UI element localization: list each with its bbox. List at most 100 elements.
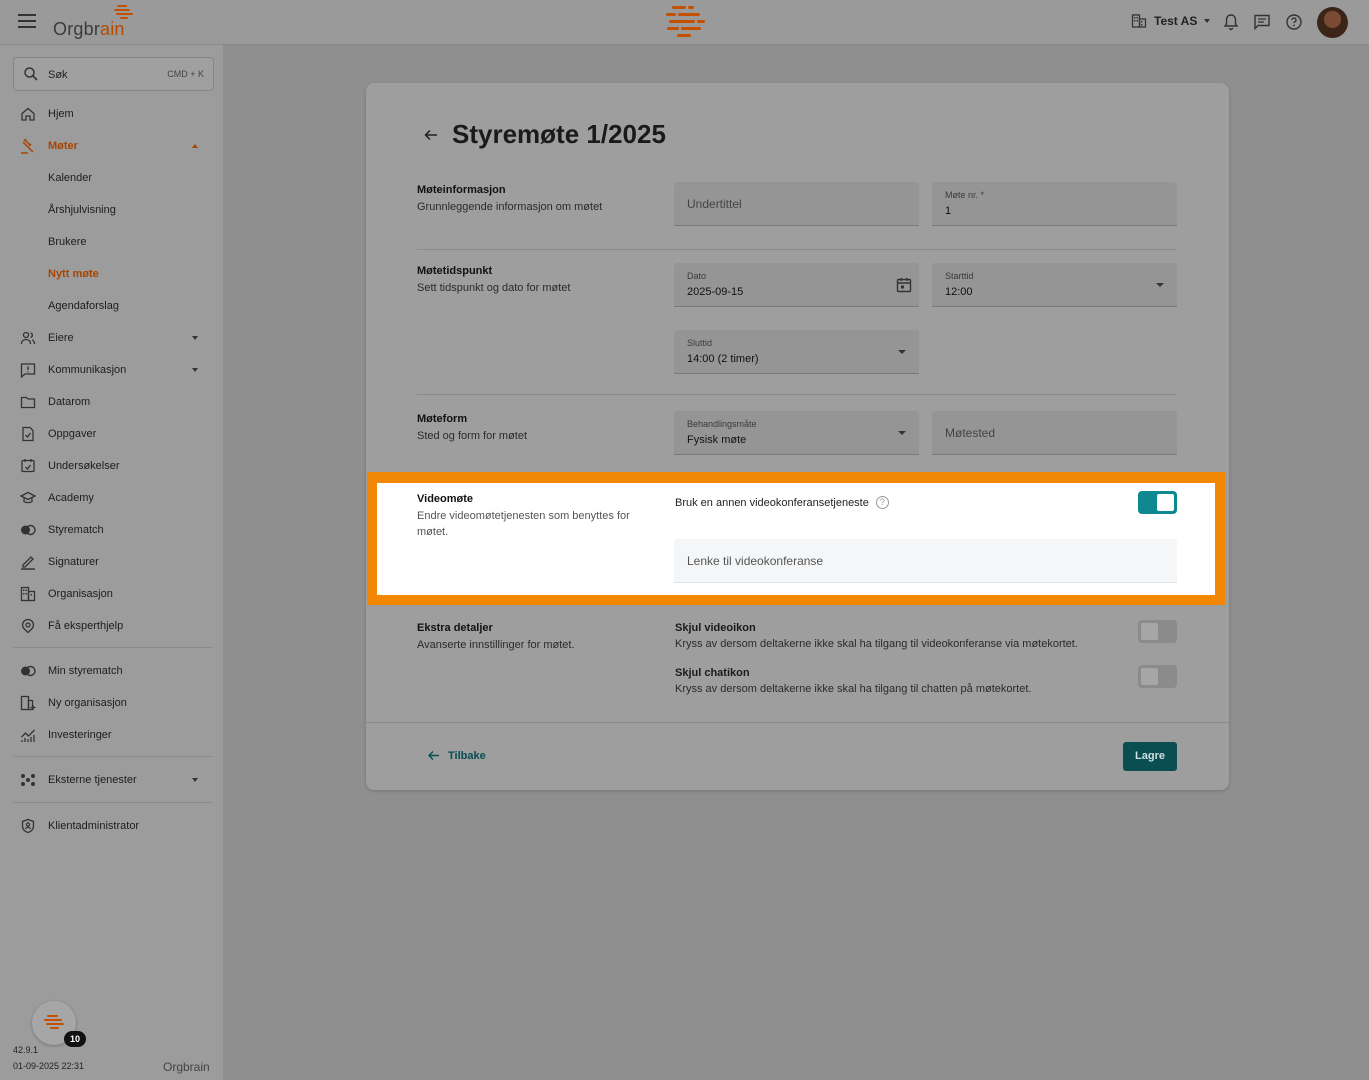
sidebar-item-nytt-mote[interactable]: Nytt møte	[0, 258, 224, 290]
sidebar-item-brukere[interactable]: Brukere	[0, 226, 224, 258]
option-title-hide-video: Skjul videoikon	[675, 622, 756, 634]
date-field[interactable]: Dato 2025-09-15	[674, 263, 919, 307]
organization-name: Test AS	[1154, 14, 1198, 28]
search-shortcut: CMD + K	[167, 69, 204, 79]
sidebar-item-oppgaver[interactable]: Oppgaver	[0, 418, 224, 450]
signature-icon	[21, 556, 35, 570]
sidebar-item-undersokelser[interactable]: Undersøkelser	[0, 450, 224, 482]
brain-logo-icon[interactable]	[663, 4, 707, 40]
sidebar-item-kommunikasjon[interactable]: Kommunikasjon	[0, 354, 224, 386]
video-service-toggle[interactable]	[1138, 491, 1177, 514]
expert-icon	[21, 618, 35, 634]
brain-logo-icon	[44, 1015, 64, 1029]
sidebar-item-klientadministrator[interactable]: Klientadministrator	[0, 810, 224, 842]
section-title-info: Møteinformasjon	[417, 184, 506, 196]
home-icon	[21, 107, 35, 121]
sidebar-item-academy[interactable]: Academy	[0, 482, 224, 514]
sidebar-item-datarom[interactable]: Datarom	[0, 386, 224, 418]
section-title-extra: Ekstra detaljer	[417, 622, 493, 634]
search-icon	[24, 67, 38, 81]
section-desc-extra: Avanserte innstillinger for møtet.	[417, 639, 575, 651]
add-organization-icon	[20, 695, 36, 711]
section-desc-info: Grunnleggende informasjon om møtet	[417, 201, 603, 213]
build-datetime: 01-09-2025 22:31	[13, 1061, 85, 1071]
sidebar-item-signaturer[interactable]: Signaturer	[0, 546, 224, 578]
back-arrow-icon[interactable]	[423, 127, 439, 143]
toggle-knob	[1141, 668, 1158, 685]
sidebar-item-hjem[interactable]: Hjem	[0, 98, 224, 130]
chevron-down-icon	[192, 368, 198, 372]
sidebar-item-min-styrematch[interactable]: Min styrematch	[0, 655, 224, 687]
section-divider	[417, 394, 1177, 395]
arrow-left-icon	[428, 751, 439, 760]
chevron-down-icon	[898, 431, 906, 435]
subtitle-field[interactable]: Undertittel	[674, 182, 919, 226]
app-version: 42.9.1	[13, 1045, 39, 1055]
top-bar: Orgbrain Test AS	[0, 0, 1369, 45]
services-icon	[21, 774, 35, 786]
sidebar-item-fa-eksperthjelp[interactable]: Få eksperthjelp	[0, 610, 224, 642]
sidebar-divider	[13, 802, 213, 803]
end-time-select[interactable]: Sluttid 14:00 (2 timer)	[674, 330, 919, 374]
option-desc-hide-video: Kryss av dersom deltakerne ikke skal ha …	[675, 638, 1078, 650]
section-title-form: Møteform	[417, 413, 468, 425]
chevron-down-icon	[898, 350, 906, 354]
chevron-down-icon	[1156, 283, 1164, 287]
academy-icon	[20, 491, 36, 504]
chevron-down-icon	[192, 778, 198, 782]
toggle-knob	[1141, 623, 1158, 640]
hide-chat-toggle[interactable]	[1138, 665, 1177, 688]
footer-logo: Orgbrain	[163, 1060, 210, 1074]
sidebar-item-organisasjon[interactable]: Organisasjon	[0, 578, 224, 610]
section-desc-form: Sted og form for møtet	[417, 430, 528, 442]
location-field[interactable]: Møtested	[932, 411, 1177, 455]
avatar[interactable]	[1317, 7, 1348, 38]
option-title-hide-chat: Skjul chatikon	[675, 667, 750, 679]
chevron-up-icon	[192, 144, 198, 148]
sidebar-item-eiere[interactable]: Eiere	[0, 322, 224, 354]
sidebar-item-ny-organisasjon[interactable]: Ny organisasjon	[0, 687, 224, 719]
building-icon	[1131, 14, 1147, 28]
chevron-down-icon	[1204, 19, 1211, 23]
chart-icon	[21, 729, 35, 742]
styrematch-icon	[21, 665, 36, 677]
back-button[interactable]: Tilbake	[427, 749, 486, 762]
video-toggle-label: Bruk en annen videokonferansetjeneste ?	[675, 496, 889, 509]
help-icon[interactable]	[1285, 13, 1303, 31]
sidebar-item-agendaforslag[interactable]: Agendaforslag	[0, 290, 224, 322]
start-time-select[interactable]: Starttid 12:00	[932, 263, 1177, 307]
meeting-mode-select[interactable]: Behandlingsmåte Fysisk møte	[674, 411, 919, 455]
search-input[interactable]: Søk CMD + K	[13, 57, 214, 91]
section-divider	[417, 249, 1177, 250]
sidebar-item-investeringer[interactable]: Investeringer	[0, 719, 224, 751]
sidebar-item-eksterne-tjenester[interactable]: Eksterne tjenester	[0, 764, 224, 796]
bell-icon[interactable]	[1222, 13, 1240, 31]
option-desc-hide-chat: Kryss av dersom deltakerne ikke skal ha …	[675, 683, 1032, 695]
brain-logo-icon	[114, 5, 133, 19]
sidebar-item-moter[interactable]: Møter	[0, 130, 224, 162]
announcement-icon	[20, 363, 36, 378]
save-button[interactable]: Lagre	[1123, 742, 1177, 771]
meeting-number-field[interactable]: Møte nr. * 1	[932, 182, 1177, 226]
calendar-icon[interactable]	[895, 276, 913, 294]
app-logo[interactable]: Orgbrain	[53, 19, 125, 40]
organization-icon	[20, 586, 36, 602]
owners-icon	[20, 331, 36, 345]
section-title-video: Videomøte	[417, 493, 474, 505]
card-footer-divider	[366, 722, 1229, 723]
styrematch-icon	[21, 524, 36, 536]
notification-badge: 10	[64, 1031, 86, 1047]
video-link-input[interactable]: Lenke til videokonferanse	[674, 539, 1177, 583]
sidebar-divider	[13, 647, 213, 648]
chat-icon[interactable]	[1253, 13, 1271, 31]
sidebar-item-arshjulvisning[interactable]: Årshjulvisning	[0, 194, 224, 226]
help-icon[interactable]: ?	[875, 496, 889, 509]
organization-switcher[interactable]: Test AS	[1131, 13, 1211, 29]
sidebar-item-kalender[interactable]: Kalender	[0, 162, 224, 194]
hide-video-toggle[interactable]	[1138, 620, 1177, 643]
sidebar-item-styrematch[interactable]: Styrematch	[0, 514, 224, 546]
menu-icon[interactable]	[18, 14, 36, 30]
page-title: Styremøte 1/2025	[452, 119, 666, 149]
sidebar: Søk CMD + K Hjem Møter Kalender Årshjulv…	[0, 45, 224, 1080]
shield-icon	[21, 818, 35, 834]
